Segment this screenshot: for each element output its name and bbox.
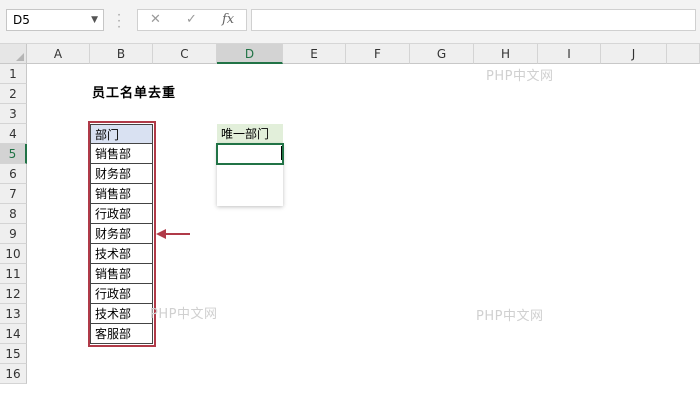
- row-header-16[interactable]: 16: [0, 364, 27, 384]
- row-header-8[interactable]: 8: [0, 204, 27, 224]
- column-header-e[interactable]: E: [283, 44, 346, 64]
- row-header-13[interactable]: 13: [0, 304, 27, 324]
- formula-buttons: ✕ ✓ fx: [137, 9, 247, 31]
- row-header-3[interactable]: 3: [0, 104, 27, 124]
- text-cursor: [281, 146, 282, 160]
- enter-icon[interactable]: ✓: [186, 10, 197, 30]
- column-header-j[interactable]: J: [601, 44, 667, 64]
- row-header-14[interactable]: 14: [0, 324, 27, 344]
- name-box[interactable]: D5 ▼: [6, 9, 104, 31]
- sheet-title: 员工名单去重: [92, 86, 177, 101]
- column-header-c[interactable]: C: [153, 44, 217, 64]
- column-header-k-partial[interactable]: [667, 44, 700, 64]
- row-header-10[interactable]: 10: [0, 244, 27, 264]
- row-header-4[interactable]: 4: [0, 124, 27, 144]
- column-header-g[interactable]: G: [410, 44, 474, 64]
- column-header-i[interactable]: I: [538, 44, 601, 64]
- row-header-12[interactable]: 12: [0, 284, 27, 304]
- column-header-d[interactable]: D: [217, 44, 283, 64]
- watermark: PHP中文网: [476, 309, 544, 324]
- active-cell-d5[interactable]: [216, 143, 284, 165]
- column-header-b[interactable]: B: [90, 44, 153, 64]
- spreadsheet-grid: A B C D E F G H I J 1 2 3 4 5 6 7 8 9 10…: [0, 44, 700, 400]
- insert-function-icon[interactable]: fx: [222, 10, 234, 30]
- row-header-7[interactable]: 7: [0, 184, 27, 204]
- row-header-11[interactable]: 11: [0, 264, 27, 284]
- row-header-9[interactable]: 9: [0, 224, 27, 244]
- row-header-5[interactable]: 5: [0, 144, 27, 164]
- column-header-h[interactable]: H: [474, 44, 538, 64]
- select-all-corner[interactable]: [0, 44, 27, 64]
- highlight-box: [88, 121, 156, 347]
- column-header-f[interactable]: F: [346, 44, 410, 64]
- more-options-icon[interactable]: · · ·: [116, 9, 122, 33]
- formula-bar: D5 ▼ · · · ✕ ✓ fx: [0, 0, 700, 44]
- watermark: PHP中文网: [486, 69, 554, 84]
- unique-header-cell[interactable]: 唯一部门: [217, 124, 283, 144]
- row-header-2[interactable]: 2: [0, 84, 27, 104]
- arrow-left-icon: [156, 229, 190, 239]
- chevron-down-icon[interactable]: ▼: [91, 10, 98, 30]
- row-header-15[interactable]: 15: [0, 344, 27, 364]
- column-header-a[interactable]: A: [27, 44, 90, 64]
- name-box-value: D5: [13, 13, 30, 27]
- row-header-1[interactable]: 1: [0, 64, 27, 84]
- watermark: PHP中文网: [150, 307, 218, 322]
- formula-input[interactable]: [251, 9, 696, 31]
- row-header-6[interactable]: 6: [0, 164, 27, 184]
- cancel-icon[interactable]: ✕: [150, 10, 161, 30]
